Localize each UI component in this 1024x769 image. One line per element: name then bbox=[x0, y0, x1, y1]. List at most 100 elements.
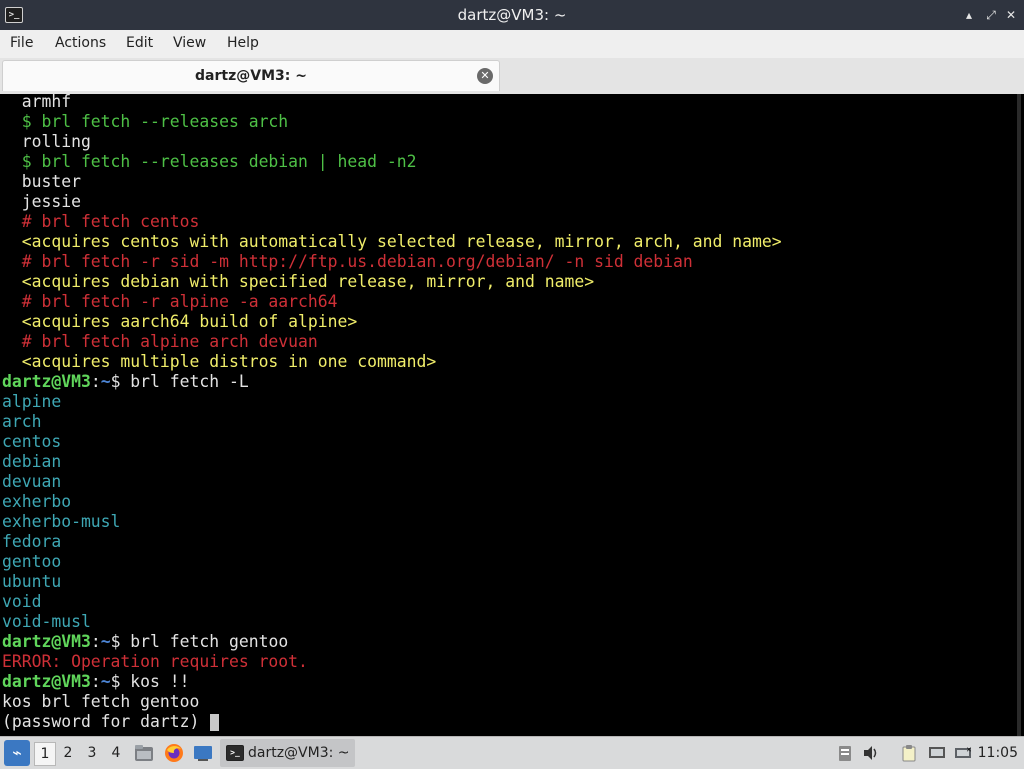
output-text: <acquires debian with specified release,… bbox=[2, 272, 595, 291]
prompt-separator: : bbox=[90, 632, 101, 651]
maximize-icon[interactable]: ⤢ bbox=[983, 7, 999, 23]
terminal-scrollbar[interactable] bbox=[1014, 94, 1024, 736]
menu-view[interactable]: View bbox=[173, 30, 206, 58]
output-text: arch bbox=[2, 412, 42, 431]
terminal-line: dartz@VM3:~$ kos !! bbox=[2, 672, 190, 692]
output-text: (password for dartz) bbox=[2, 712, 210, 731]
clipboard-tray-icon[interactable] bbox=[836, 744, 854, 762]
terminal-line: exherbo-musl bbox=[2, 512, 120, 532]
output-text: alpine bbox=[2, 392, 62, 411]
network-icon[interactable]: ✕ bbox=[954, 744, 972, 762]
terminal-line: buster bbox=[2, 172, 81, 192]
terminal-line: # brl fetch centos bbox=[2, 212, 200, 232]
output-text: void-musl bbox=[2, 612, 91, 631]
desktop-icon[interactable] bbox=[193, 743, 213, 763]
prompt-user: dartz@VM3 bbox=[2, 632, 91, 651]
firefox-icon[interactable] bbox=[164, 743, 184, 763]
output-text: # brl fetch -r sid -m http://ftp.us.debi… bbox=[2, 252, 693, 271]
command-text: brl fetch -L bbox=[120, 372, 249, 391]
workspace-1[interactable]: 1 bbox=[34, 742, 56, 766]
menu-actions[interactable]: Actions bbox=[55, 30, 106, 58]
prompt-symbol: $ bbox=[110, 372, 121, 391]
output-text: centos bbox=[2, 432, 62, 451]
output-text: rolling bbox=[2, 132, 91, 151]
output-text: # brl fetch centos bbox=[2, 212, 200, 231]
notes-tray-icon[interactable] bbox=[900, 744, 918, 762]
clock: 11:05 bbox=[977, 745, 1018, 761]
prompt-dir: ~ bbox=[100, 672, 111, 691]
tab-close-icon[interactable]: ✕ bbox=[477, 68, 493, 84]
terminal-line: void-musl bbox=[2, 612, 91, 632]
taskbar: ⌁ 1 2 3 4 >_ dartz@VM3: ~ ✕ 11:05 bbox=[0, 736, 1024, 769]
terminal-line: debian bbox=[2, 452, 61, 472]
output-text: # brl fetch -r alpine -a aarch64 bbox=[2, 292, 338, 311]
output-text: armhf bbox=[2, 94, 72, 111]
app-menu-icon[interactable]: ⌁ bbox=[4, 740, 30, 766]
tab-bar: dartz@VM3: ~ ✕ bbox=[0, 58, 1024, 95]
output-text: # brl fetch alpine arch devuan bbox=[2, 332, 318, 351]
terminal-line: alpine bbox=[2, 392, 61, 412]
output-text: devuan bbox=[2, 472, 62, 491]
terminal-line: $ brl fetch --releases debian | head -n2 bbox=[2, 152, 417, 172]
terminal-line: # brl fetch -r alpine -a aarch64 bbox=[2, 292, 338, 312]
workspace-4[interactable]: 4 bbox=[106, 742, 126, 764]
menu-bar: File Actions Edit View Help bbox=[0, 30, 1024, 58]
output-text: gentoo bbox=[2, 552, 62, 571]
terminal-line: <acquires debian with specified release,… bbox=[2, 272, 594, 292]
output-text: $ brl fetch --releases debian | head -n2 bbox=[2, 152, 417, 171]
terminal-line: ubuntu bbox=[2, 572, 61, 592]
output-text: buster bbox=[2, 172, 81, 191]
volume-icon[interactable] bbox=[862, 744, 880, 762]
output-text: ERROR: Operation requires root. bbox=[2, 652, 308, 671]
window-titlebar: >_ dartz@VM3: ~ ▴ ⤢ ✕ bbox=[0, 0, 1024, 30]
terminal-line: devuan bbox=[2, 472, 61, 492]
text-cursor bbox=[210, 714, 220, 731]
terminal-line: arch bbox=[2, 412, 41, 432]
prompt-dir: ~ bbox=[100, 632, 111, 651]
output-text: <acquires multiple distros in one comman… bbox=[2, 352, 437, 371]
workspace-2[interactable]: 2 bbox=[58, 742, 78, 764]
output-text: <acquires aarch64 build of alpine> bbox=[2, 312, 358, 331]
terminal-line: fedora bbox=[2, 532, 61, 552]
terminal-line: # brl fetch alpine arch devuan bbox=[2, 332, 318, 352]
prompt-symbol: $ bbox=[110, 672, 121, 691]
terminal-line: $ brl fetch --releases arch bbox=[2, 112, 288, 132]
command-text: brl fetch gentoo bbox=[120, 632, 289, 651]
task-label: dartz@VM3: ~ bbox=[248, 745, 350, 761]
output-text: ubuntu bbox=[2, 572, 62, 591]
output-text: jessie bbox=[2, 192, 81, 211]
command-text: kos !! bbox=[120, 672, 190, 691]
taskbar-terminal-task[interactable]: >_ dartz@VM3: ~ bbox=[220, 739, 355, 767]
output-text: $ brl fetch --releases arch bbox=[2, 112, 289, 131]
minimize-icon[interactable]: ▴ bbox=[961, 7, 977, 23]
terminal-tab[interactable]: dartz@VM3: ~ ✕ bbox=[2, 60, 500, 91]
tab-label: dartz@VM3: ~ bbox=[195, 68, 307, 84]
file-manager-icon[interactable] bbox=[134, 743, 154, 763]
menu-file[interactable]: File bbox=[10, 30, 33, 58]
output-text: void bbox=[2, 592, 42, 611]
terminal-line: jessie bbox=[2, 192, 81, 212]
terminal-line: # brl fetch -r sid -m http://ftp.us.debi… bbox=[2, 252, 693, 272]
terminal-line: centos bbox=[2, 432, 61, 452]
prompt-dir: ~ bbox=[100, 372, 111, 391]
output-text: kos brl fetch gentoo bbox=[2, 692, 200, 711]
terminal-line: rolling bbox=[2, 132, 91, 152]
output-text: <acquires centos with automatically sele… bbox=[2, 232, 782, 251]
output-text: exherbo bbox=[2, 492, 72, 511]
terminal-line: (password for dartz) bbox=[2, 712, 220, 732]
svg-text:✕: ✕ bbox=[966, 746, 972, 754]
prompt-user: dartz@VM3 bbox=[2, 672, 91, 691]
close-window-icon[interactable]: ✕ bbox=[1003, 7, 1019, 23]
workspace-3[interactable]: 3 bbox=[82, 742, 102, 764]
display-tray-icon[interactable] bbox=[928, 744, 946, 762]
output-text: exherbo-musl bbox=[2, 512, 121, 531]
menu-edit[interactable]: Edit bbox=[126, 30, 153, 58]
terminal-line: <acquires multiple distros in one comman… bbox=[2, 352, 436, 372]
terminal-line: dartz@VM3:~$ brl fetch -L bbox=[2, 372, 249, 392]
menu-help[interactable]: Help bbox=[227, 30, 259, 58]
terminal-line: gentoo bbox=[2, 552, 61, 572]
terminal-output[interactable]: armhf $ brl fetch --releases arch rollin… bbox=[0, 94, 1014, 736]
scrollbar-thumb[interactable] bbox=[1017, 94, 1021, 736]
prompt-separator: : bbox=[90, 672, 101, 691]
prompt-user: dartz@VM3 bbox=[2, 372, 91, 391]
